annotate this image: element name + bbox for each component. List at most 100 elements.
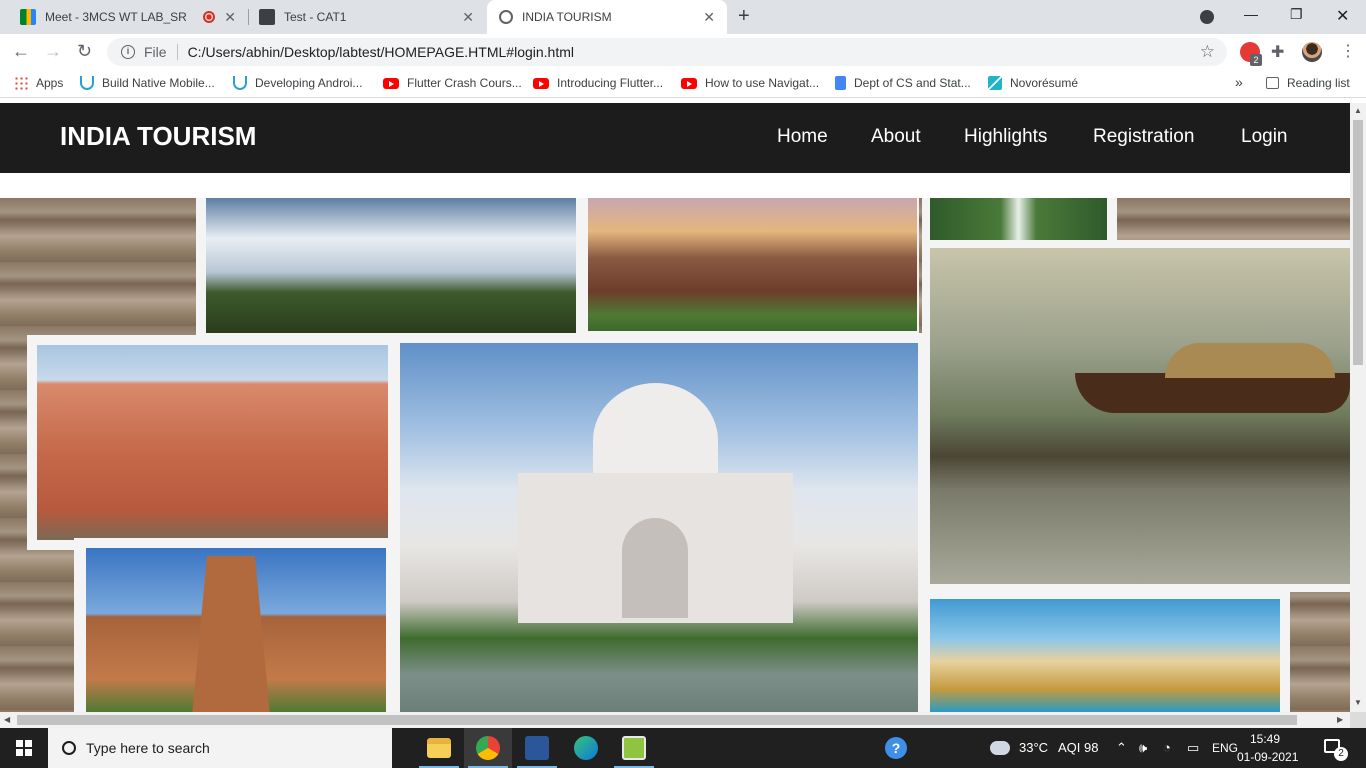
- youtube-icon: [533, 77, 549, 89]
- notepad-plus-icon: [622, 736, 646, 760]
- folder-icon: [427, 738, 451, 758]
- tab-meet[interactable]: Meet - 3MCS WT LAB_SR ✕: [0, 0, 248, 34]
- photo-kerala-backwaters: [922, 240, 1350, 592]
- google-meet-icon: [20, 9, 36, 25]
- reload-icon[interactable]: ↻: [77, 41, 92, 61]
- edge-icon: [574, 736, 598, 760]
- page-viewport: INDIA TOURISM Home About Highlights Regi…: [0, 103, 1350, 712]
- recording-icon: [203, 11, 215, 23]
- taskbar-notepad[interactable]: [610, 728, 658, 768]
- scroll-left-icon[interactable]: ◀: [4, 715, 10, 724]
- bookmark-item[interactable]: Introducing Flutter...: [533, 76, 663, 90]
- bookmark-label: Build Native Mobile...: [102, 76, 215, 90]
- search-icon: [62, 741, 76, 755]
- bookmark-label: How to use Navigat...: [705, 76, 820, 90]
- info-icon[interactable]: i: [121, 45, 135, 59]
- tab-search-icon[interactable]: [1200, 10, 1214, 24]
- notification-count: 2: [1334, 747, 1348, 761]
- scroll-up-icon[interactable]: ▲: [1354, 106, 1362, 115]
- taskbar-chrome[interactable]: [464, 728, 512, 768]
- bookmark-item[interactable]: Dept of CS and Stat...: [835, 76, 971, 90]
- houseboat-roof: [1165, 343, 1335, 378]
- scroll-down-icon[interactable]: ▼: [1354, 698, 1362, 707]
- tray-chevron-icon[interactable]: ⌃: [1116, 740, 1127, 756]
- taj-arch-shape: [622, 518, 688, 618]
- tab-india-tourism[interactable]: INDIA TOURISM ✕: [487, 0, 727, 34]
- tab-title: Test - CAT1: [284, 10, 347, 24]
- search-placeholder: Type here to search: [86, 740, 210, 756]
- battery-icon[interactable]: ▭: [1187, 740, 1199, 756]
- volume-icon[interactable]: 🕪: [1139, 740, 1147, 756]
- nav-registration[interactable]: Registration: [1093, 126, 1194, 148]
- bookmark-item[interactable]: Flutter Crash Cours...: [383, 76, 522, 90]
- help-icon[interactable]: ?: [885, 737, 907, 759]
- bookmark-item[interactable]: Novorésumé: [988, 76, 1078, 90]
- scroll-right-icon[interactable]: ▶: [1337, 715, 1343, 724]
- divider: [176, 44, 178, 60]
- youtube-icon: [681, 77, 697, 89]
- tab-title: Meet - 3MCS WT LAB_SR: [45, 10, 187, 24]
- vertical-scrollbar[interactable]: ▲ ▼: [1350, 103, 1366, 712]
- windows-taskbar: Type here to search ? 33°C AQI 98 ⌃ 🕪 ◔ …: [0, 728, 1366, 768]
- taskbar-file-explorer[interactable]: [415, 728, 463, 768]
- bookmark-apps[interactable]: Apps: [14, 76, 63, 90]
- reading-list-label: Reading list: [1287, 76, 1350, 90]
- houseboat-shape: [1075, 373, 1350, 413]
- chrome-menu-icon[interactable]: ⋮: [1340, 41, 1356, 61]
- bookmark-item[interactable]: Build Native Mobile...: [80, 76, 215, 90]
- close-icon[interactable]: ✕: [224, 10, 236, 24]
- reading-list-icon: [1266, 77, 1279, 89]
- photo-golden-temple: [922, 591, 1290, 712]
- back-arrow-icon[interactable]: ←: [12, 41, 30, 61]
- site-brand[interactable]: INDIA TOURISM: [60, 121, 256, 152]
- extension-badge: 2: [1250, 54, 1262, 66]
- bookmarks-bar: Apps Build Native Mobile... Developing A…: [0, 70, 1366, 98]
- url-text[interactable]: C:/Users/abhin/Desktop/labtest/HOMEPAGE.…: [188, 44, 574, 60]
- profile-avatar[interactable]: [1302, 42, 1322, 62]
- taskbar-edge[interactable]: [562, 728, 610, 768]
- bookmark-item[interactable]: How to use Navigat...: [681, 76, 819, 90]
- windows-start-icon[interactable]: [16, 740, 32, 756]
- horizontal-scroll-thumb[interactable]: [17, 715, 1297, 725]
- aqi-text[interactable]: AQI 98: [1058, 740, 1098, 755]
- weather-temp[interactable]: 33°C: [1019, 740, 1048, 755]
- close-icon[interactable]: ✕: [703, 10, 715, 24]
- restore-icon[interactable]: ❐: [1290, 6, 1303, 23]
- nav-home[interactable]: Home: [777, 126, 828, 148]
- photo-meenakshi-temple: [74, 538, 394, 712]
- wifi-icon[interactable]: ◔: [1163, 740, 1171, 755]
- clock-time[interactable]: 15:49: [1250, 732, 1280, 746]
- horizontal-scrollbar[interactable]: ◀ ▶: [0, 712, 1350, 728]
- bookmark-label: Novorésumé: [1010, 76, 1079, 90]
- site-navbar: INDIA TOURISM Home About Highlights Regi…: [0, 103, 1350, 173]
- nav-login[interactable]: Login: [1241, 126, 1288, 148]
- address-bar[interactable]: i File C:/Users/abhin/Desktop/labtest/HO…: [107, 38, 1227, 66]
- gopuram-shape: [191, 556, 271, 712]
- chrome-icon: [476, 736, 500, 760]
- clock-date[interactable]: 01-09-2021: [1237, 750, 1298, 764]
- new-tab-icon[interactable]: +: [738, 5, 750, 28]
- bookmark-label: Flutter Crash Cours...: [407, 76, 522, 90]
- browser-tab-strip: Meet - 3MCS WT LAB_SR ✕ Test - CAT1 ✕ IN…: [0, 0, 1366, 34]
- close-icon[interactable]: ✕: [462, 10, 474, 24]
- globe-icon: [499, 10, 513, 24]
- extensions-puzzle-icon[interactable]: ✚: [1271, 42, 1284, 62]
- nav-about[interactable]: About: [871, 126, 921, 148]
- minimize-icon[interactable]: —: [1244, 6, 1258, 22]
- weather-icon[interactable]: [990, 741, 1010, 755]
- tab-test[interactable]: Test - CAT1 ✕: [249, 0, 486, 34]
- language-indicator[interactable]: ENG: [1212, 741, 1238, 755]
- photo-sun-temple: [586, 198, 919, 335]
- reading-list-button[interactable]: Reading list: [1266, 76, 1350, 90]
- taskbar-word[interactable]: [513, 728, 561, 768]
- bookmark-item[interactable]: Developing Androi...: [233, 76, 362, 90]
- forward-arrow-icon[interactable]: →: [44, 41, 62, 61]
- youtube-icon: [383, 77, 399, 89]
- taskbar-search-box[interactable]: Type here to search: [48, 728, 392, 768]
- bookmark-label: Apps: [36, 76, 64, 90]
- bookmark-star-icon[interactable]: ☆: [1200, 42, 1215, 62]
- vertical-scroll-thumb[interactable]: [1353, 120, 1363, 365]
- bookmarks-overflow-icon[interactable]: »: [1235, 74, 1243, 90]
- nav-highlights[interactable]: Highlights: [964, 126, 1047, 148]
- close-window-icon[interactable]: ✕: [1336, 6, 1349, 26]
